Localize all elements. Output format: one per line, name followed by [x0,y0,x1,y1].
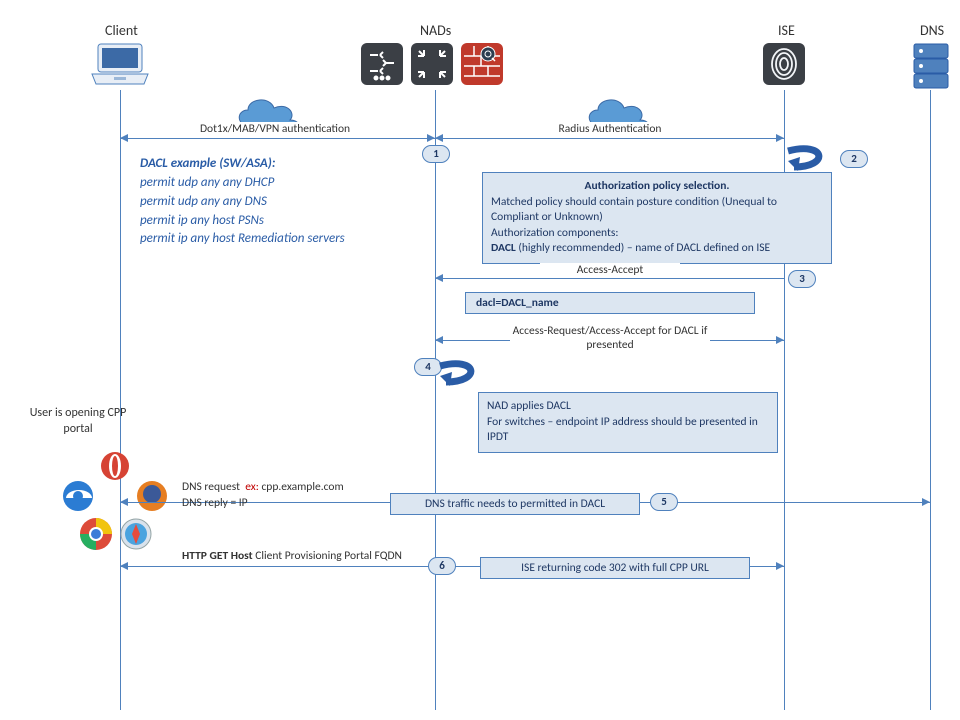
laptop-icon [90,42,150,90]
dacl-example-title: DACL example (SW/ASA): [140,156,275,171]
dns-req-pre: DNS request [182,480,240,494]
browsers-cluster-icon [50,448,180,562]
msg-auth-client: Dot1x/MAB/VPN authentication [170,122,380,136]
fingerprint-icon [762,42,806,90]
arrow-head-icon [120,498,128,506]
msg-access-req-dacl: Access-Request/Access-Accept for DACL if… [510,325,710,353]
arrow-head-icon [120,562,128,570]
firewall-icon [460,42,504,90]
dns-permit-box: DNS traffic needs to permitted in DACL [390,493,640,515]
router-icon [410,42,454,90]
authz-policy-box: Authorization policy selection. Matched … [482,172,832,264]
nad-applies-l1: NAD applies DACL [487,399,769,415]
step-badge-2: 2 [840,150,868,168]
arrow-head-icon [435,336,443,344]
arrow-head-icon [776,336,784,344]
user-opening-cpp-label: User is opening CPP portal [28,406,128,437]
dns-request-label: DNS request ex: cpp.example.com DNS repl… [182,480,344,511]
msg-access-accept: Access-Accept [540,263,680,277]
arrow [435,138,784,139]
arrow-head-icon [435,274,443,282]
arrow-head-icon [776,134,784,142]
dacl-name-box: dacl=DACL_name [465,292,755,314]
msg-radius-auth: Radius Authentication [530,122,690,136]
lifeline-dns [930,90,931,710]
switch-icon [360,42,404,90]
col-dns-label: DNS [920,22,944,39]
dacl-name-text: dacl=DACL_name [476,296,559,310]
lifeline-client [120,90,121,710]
nad-applies-l2: For switches – endpoint IP address shoul… [487,415,769,446]
col-nads-label: NADs [420,22,451,39]
step-badge-3: 3 [788,270,816,288]
dns-req-host: cpp.example.com [261,480,343,494]
http-get-label: HTTP GET Host Client Provisioning Portal… [182,549,412,565]
dacl-example-l2: permit udp any any DNS [140,194,267,209]
http-get-pre: HTTP GET Host [182,549,255,563]
step-badge-6: 6 [428,557,456,575]
http-get-rest: Client Provisioning Portal FQDN [255,549,402,563]
self-loop-icon [786,145,834,177]
ise-302-box: ISE returning code 302 with full CPP URL [480,557,750,579]
self-loop-icon [438,360,486,392]
arrow-head-icon [120,134,128,142]
arrow-head-icon [776,562,784,570]
arrow [435,278,784,279]
step-badge-5: 5 [650,493,678,511]
authz-policy-l2: Matched policy should contain posture co… [491,195,823,226]
authz-policy-l4a: DACL [491,241,516,255]
authz-policy-title: Authorization policy selection. [585,179,730,193]
dns-reply: DNS reply = IP [182,496,248,510]
server-icon [912,42,950,94]
dacl-example-l3: permit ip any host PSNs [140,213,264,228]
nad-applies-box: NAD applies DACL For switches – endpoint… [478,392,778,453]
authz-policy-l4b: (highly recommended) – name of DACL defi… [516,241,770,255]
arrow-head-icon [922,498,930,506]
lifeline-nads [435,90,436,710]
col-ise-label: ISE [778,22,795,39]
dacl-example-l4: permit ip any host Remediation servers [140,231,345,246]
arrow-head-icon [427,134,435,142]
col-client-label: Client [105,22,138,39]
authz-policy-l3: Authorization components: [491,226,823,242]
arrow [120,138,435,139]
dacl-example-text: DACL example (SW/ASA): permit udp any an… [140,155,430,249]
dns-req-ex: ex: [243,480,262,494]
arrow-head-icon [435,134,443,142]
dacl-example-l1: permit udp any any DHCP [140,175,274,190]
